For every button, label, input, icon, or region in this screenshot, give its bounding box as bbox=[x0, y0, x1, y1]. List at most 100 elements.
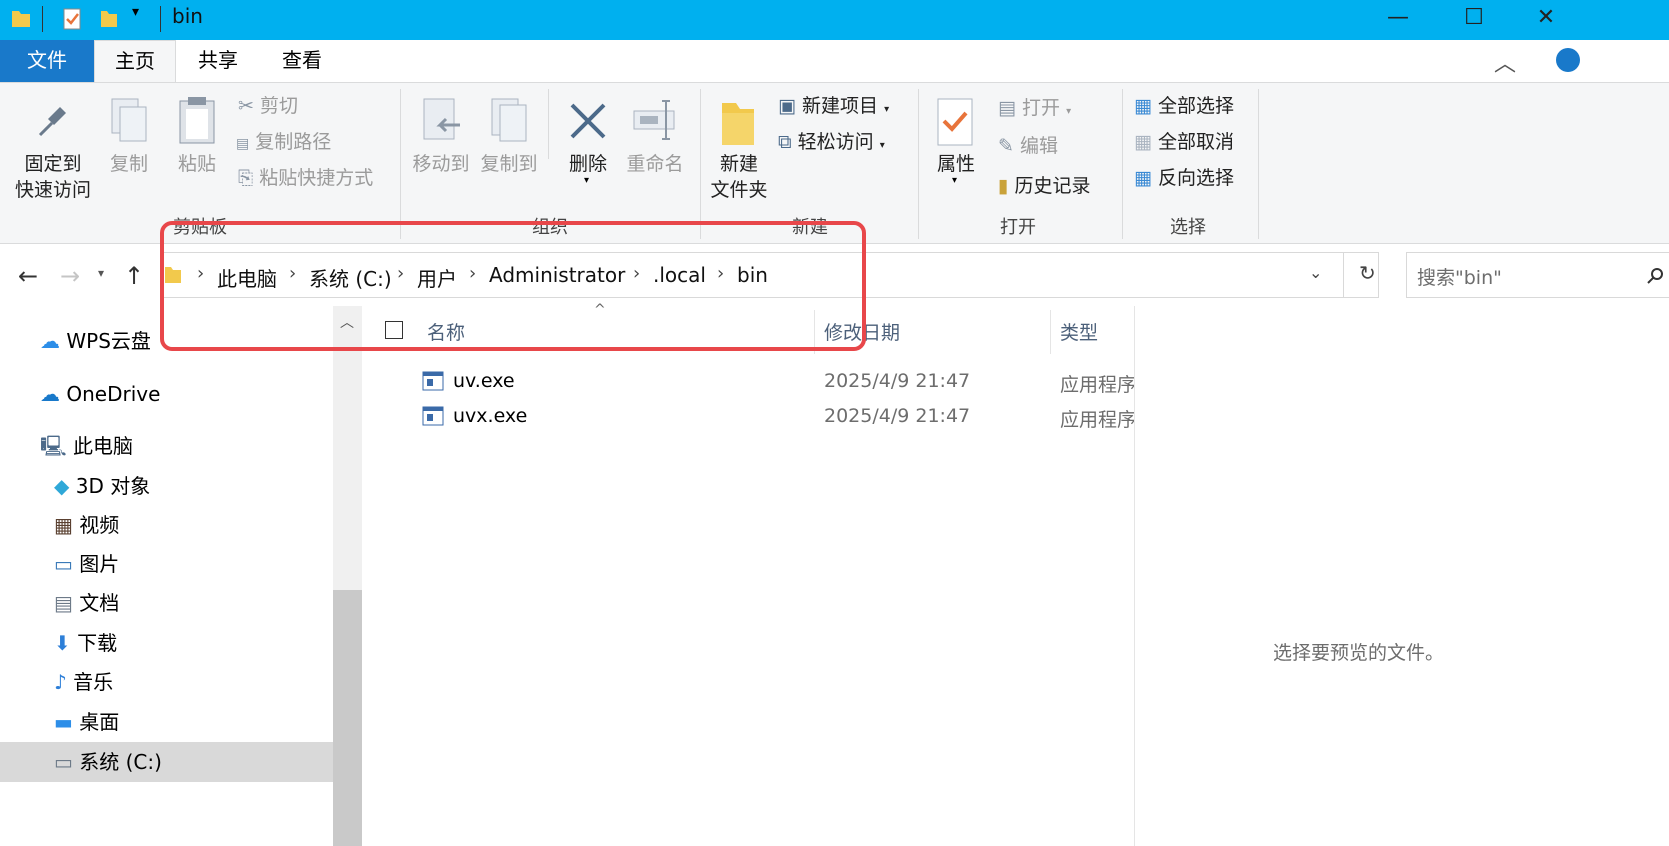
copy-path-button[interactable]: ▤ 复制路径 bbox=[236, 127, 331, 157]
file-modified: 2025/4/9 21:47 bbox=[824, 405, 971, 427]
column-header-type[interactable]: 类型 bbox=[1060, 318, 1098, 345]
delete-x-icon bbox=[570, 103, 606, 139]
open-label: 打开 bbox=[1022, 97, 1061, 119]
invert-selection-icon: ▦ bbox=[1134, 167, 1152, 189]
history-button[interactable]: ▮ 历史记录 bbox=[998, 171, 1091, 201]
new-item-label: 新建项目 bbox=[802, 95, 879, 117]
paste-icon bbox=[179, 97, 215, 144]
dropdown-icon: ▾ bbox=[884, 104, 890, 115]
tab-file[interactable]: 文件 bbox=[0, 40, 94, 82]
file-modified: 2025/4/9 21:47 bbox=[824, 370, 971, 392]
maximize-button[interactable]: ☐ bbox=[1438, 0, 1510, 40]
open-icon: ▤ bbox=[998, 97, 1016, 119]
recent-locations-icon[interactable]: ▾ bbox=[98, 266, 104, 280]
paste-shortcut-label: 粘贴快捷方式 bbox=[259, 167, 374, 189]
select-none-label: 全部取消 bbox=[1158, 131, 1235, 153]
divider bbox=[42, 6, 43, 32]
help-icon[interactable] bbox=[1556, 48, 1580, 72]
qat-dropdown-icon[interactable]: ▾ bbox=[132, 4, 139, 20]
nav-item-label: 系统 (C:) bbox=[79, 750, 162, 774]
new-item-button[interactable]: ▣ 新建项目 ▾ bbox=[778, 91, 889, 121]
column-separator[interactable] bbox=[1050, 310, 1051, 354]
properties-label: 属性 bbox=[936, 153, 975, 175]
ribbon: 固定到 快速访问 复制 粘贴 ✂ 剪切 ▤ 复制路径 ⎘ 粘贴快捷方式 剪贴板 … bbox=[0, 82, 1669, 244]
nav-item-documents[interactable]: ▤ 文档 bbox=[54, 584, 119, 622]
forward-button[interactable]: → bbox=[60, 262, 80, 290]
new-item-icon: ▣ bbox=[778, 95, 796, 117]
properties-qat-icon[interactable] bbox=[62, 7, 84, 31]
music-note-icon: ♪ bbox=[54, 670, 67, 694]
cube-3d-icon: ◆ bbox=[54, 474, 70, 498]
nav-item-label: 图片 bbox=[79, 552, 120, 576]
tab-view[interactable]: 查看 bbox=[270, 40, 334, 82]
address-history-dropdown-icon[interactable]: ⌄ bbox=[1309, 263, 1322, 282]
nav-item-system-c[interactable]: ▭ 系统 (C:) bbox=[54, 743, 162, 781]
nav-item-label: OneDrive bbox=[66, 382, 161, 406]
collapse-ribbon-icon[interactable]: ︿ bbox=[1494, 46, 1516, 78]
ribbon-tabs: 文件 主页 共享 查看 ︿ bbox=[0, 40, 1669, 82]
file-row[interactable]: uv.exe 2025/4/9 21:47 应用程序 bbox=[366, 366, 1134, 400]
nav-item-label: 视频 bbox=[79, 513, 120, 537]
search-input[interactable]: 搜索"bin" bbox=[1417, 263, 1502, 290]
nav-item-label: 文档 bbox=[79, 591, 120, 615]
group-separator bbox=[918, 89, 919, 239]
copy-icon bbox=[111, 98, 147, 142]
cut-button[interactable]: ✂ 剪切 bbox=[238, 91, 298, 121]
nav-item-label: WPS云盘 bbox=[66, 329, 151, 353]
up-button[interactable]: ↑ bbox=[124, 262, 144, 290]
new-folder-label-2: 文件夹 bbox=[710, 179, 768, 201]
nav-scrollbar-thumb[interactable] bbox=[333, 590, 362, 846]
properties-dropdown-icon[interactable]: ▾ bbox=[952, 175, 957, 186]
annotation-highlight-box bbox=[160, 221, 866, 351]
nav-item-pictures[interactable]: ▭ 图片 bbox=[54, 545, 119, 583]
invert-selection-button[interactable]: ▦ 反向选择 bbox=[1134, 163, 1234, 193]
divider bbox=[1343, 253, 1344, 297]
nav-item-music[interactable]: ♪ 音乐 bbox=[54, 663, 113, 701]
nav-item-3d-objects[interactable]: ◆ 3D 对象 bbox=[54, 467, 150, 505]
nav-item-onedrive[interactable]: ☁ OneDrive bbox=[40, 375, 160, 413]
search-box[interactable]: 搜索"bin" bbox=[1406, 252, 1669, 298]
folder-icon bbox=[12, 11, 30, 27]
file-name: uv.exe bbox=[453, 370, 515, 392]
nav-item-label: 桌面 bbox=[79, 710, 120, 734]
refresh-icon[interactable]: ↻ bbox=[1359, 261, 1376, 285]
tab-home[interactable]: 主页 bbox=[94, 40, 176, 82]
easy-access-button[interactable]: ⧉ 轻松访问 ▾ bbox=[778, 127, 885, 157]
nav-item-label: 3D 对象 bbox=[75, 474, 151, 498]
select-none-button[interactable]: ▦ 全部取消 bbox=[1134, 127, 1234, 157]
back-button[interactable]: ← bbox=[18, 262, 38, 290]
copy-path-icon: ▤ bbox=[236, 136, 250, 152]
group-label-select: 选择 bbox=[1170, 217, 1206, 238]
exe-file-icon bbox=[422, 371, 444, 391]
open-button[interactable]: ▤ 打开 ▾ bbox=[998, 93, 1071, 123]
film-icon: ▦ bbox=[54, 513, 73, 537]
tab-share[interactable]: 共享 bbox=[186, 40, 250, 82]
onedrive-cloud-icon: ☁ bbox=[40, 382, 60, 406]
delete-dropdown-icon[interactable]: ▾ bbox=[584, 175, 589, 186]
minimize-button[interactable]: — bbox=[1362, 0, 1434, 40]
search-icon[interactable] bbox=[1647, 267, 1665, 285]
window-title: bin bbox=[172, 4, 203, 28]
close-button[interactable]: ✕ bbox=[1510, 0, 1582, 40]
easy-access-label: 轻松访问 bbox=[797, 131, 874, 153]
nav-item-wps-cloud[interactable]: ☁ WPS云盘 bbox=[40, 322, 151, 360]
move-to-icon bbox=[423, 98, 460, 140]
drive-icon: ▭ bbox=[54, 750, 73, 774]
pin-label-1: 固定到 bbox=[24, 153, 82, 175]
nav-item-downloads[interactable]: ⬇ 下载 bbox=[54, 624, 117, 662]
nav-item-desktop[interactable]: ▬ 桌面 bbox=[54, 703, 119, 741]
select-none-icon: ▦ bbox=[1134, 131, 1152, 153]
delete-label: 删除 bbox=[568, 153, 607, 175]
nav-item-videos[interactable]: ▦ 视频 bbox=[54, 506, 119, 544]
cloud-icon: ☁ bbox=[40, 329, 60, 353]
edit-button[interactable]: ✎ 编辑 bbox=[998, 131, 1058, 161]
computer-icon: 🖳 bbox=[40, 434, 67, 458]
select-all-icon: ▦ bbox=[1134, 95, 1152, 117]
new-folder-qat-icon[interactable] bbox=[98, 8, 120, 30]
nav-item-this-pc[interactable]: 🖳 此电脑 bbox=[40, 427, 133, 465]
history-icon: ▮ bbox=[998, 175, 1009, 197]
file-row[interactable]: uvx.exe 2025/4/9 21:47 应用程序 bbox=[366, 401, 1134, 435]
select-all-button[interactable]: ▦ 全部选择 bbox=[1134, 91, 1234, 121]
copy-path-label: 复制路径 bbox=[255, 131, 332, 153]
paste-shortcut-button[interactable]: ⎘ 粘贴快捷方式 bbox=[238, 163, 373, 193]
